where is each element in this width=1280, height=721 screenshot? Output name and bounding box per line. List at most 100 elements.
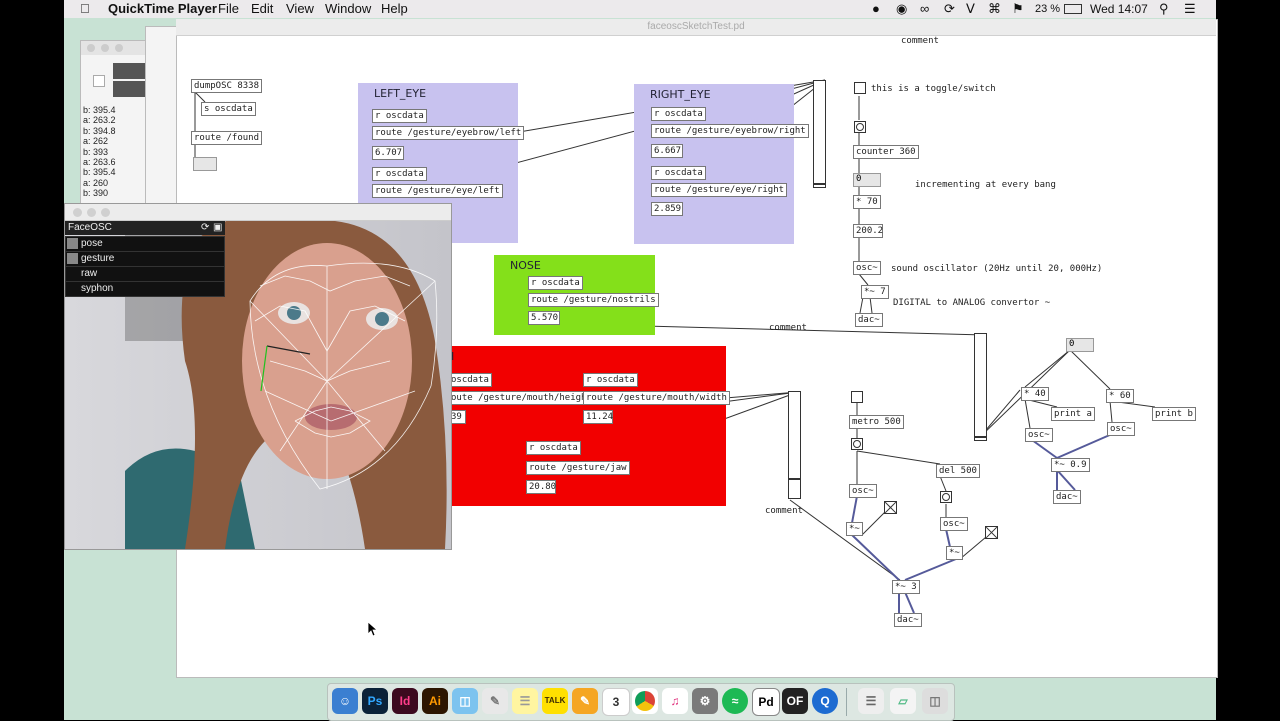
jaw-number[interactable]: 20.80 [526, 480, 556, 494]
bang-button[interactable] [854, 121, 866, 133]
route-nostrils-object[interactable]: route /gesture/nostrils [528, 293, 659, 307]
found-number-box[interactable] [193, 157, 217, 171]
route-mouth-width-object[interactable]: route /gesture/mouth/width [583, 391, 730, 405]
osc-b-object[interactable]: osc~ [1107, 422, 1135, 436]
counter-comment[interactable]: incrementing at every bang [915, 180, 1056, 190]
metro-toggle[interactable] [851, 391, 863, 403]
itunes-icon[interactable]: ♫ [662, 688, 688, 714]
nostrils-number[interactable]: 5.570 [528, 311, 560, 325]
script-icon[interactable]: ✎ [482, 688, 508, 714]
route-jaw-object[interactable]: route /gesture/jaw [526, 461, 630, 475]
checkbox-icon[interactable] [67, 283, 78, 294]
middle-comment[interactable]: comment [769, 323, 807, 333]
multiply-60-object[interactable]: * 60 [1106, 389, 1134, 403]
mul-d-object[interactable]: *~ [946, 546, 963, 560]
refresh-icon[interactable]: ⟳ [201, 221, 209, 235]
print-b-object[interactable]: print b [1152, 407, 1196, 421]
checkbox-checked-icon[interactable] [67, 253, 78, 264]
notes-icon[interactable]: ☰ [512, 688, 538, 714]
gate-toggle-1[interactable] [884, 501, 897, 514]
finder-icon[interactable]: ☺ [332, 688, 358, 714]
osc-c-object[interactable]: osc~ [849, 484, 877, 498]
quicktime-icon[interactable]: Q [812, 688, 838, 714]
receive-oscdata-object[interactable]: r oscdata [372, 109, 427, 123]
print-a-object[interactable]: print a [1051, 407, 1095, 421]
checkbox-checked-icon[interactable] [67, 238, 78, 249]
pd-icon[interactable]: Pd [752, 688, 780, 716]
route-found-object[interactable]: route /found [191, 131, 263, 145]
delay-object[interactable]: del 500 [936, 464, 980, 478]
vslider-eyes[interactable] [813, 80, 826, 188]
send-oscdata-object[interactable]: s oscdata [201, 102, 256, 116]
pages-icon[interactable]: ✎ [572, 688, 598, 714]
multiply-70-object[interactable]: * 70 [853, 195, 881, 209]
option-pose[interactable]: pose [65, 236, 225, 252]
minimize-icon[interactable] [87, 208, 96, 217]
receive-oscdata-object[interactable]: r oscdata [528, 276, 583, 290]
osc-d-object[interactable]: osc~ [940, 517, 968, 531]
multiply-7-object[interactable]: *~ 7 [861, 285, 889, 299]
mouth-width-number[interactable]: 11.24 [583, 410, 613, 424]
receive-oscdata-object[interactable]: r oscdata [526, 441, 581, 455]
system-preferences-icon[interactable]: ⚙ [692, 688, 718, 714]
bottom-comment[interactable]: comment [765, 506, 803, 516]
checkbox-icon[interactable] [67, 268, 78, 279]
save-icon[interactable]: ▣ [213, 221, 222, 235]
toggle-comment[interactable]: this is a toggle/switch [871, 84, 996, 94]
trash-icon[interactable]: ◫ [922, 688, 948, 714]
openframeworks-icon[interactable]: OF [782, 688, 808, 714]
osc-comment[interactable]: sound oscillator (20Hz until 20, 000Hz) [891, 264, 1102, 274]
downloads-icon[interactable]: ▱ [890, 688, 916, 714]
top-comment[interactable]: comment [901, 36, 939, 46]
multiply-09-object[interactable]: *~ 0.9 [1051, 458, 1090, 472]
toggle-switch[interactable] [854, 82, 866, 94]
dac2-object[interactable]: dac~ [1053, 490, 1081, 504]
route-eye-right-object[interactable]: route /gesture/eye/right [651, 183, 788, 197]
kakaotalk-icon[interactable]: TALK [542, 688, 568, 714]
receive-oscdata-object[interactable]: r oscdata [651, 166, 706, 180]
photoshop-icon[interactable]: Ps [362, 688, 388, 714]
documents-icon[interactable]: ☰ [858, 688, 884, 714]
osc-object[interactable]: osc~ [853, 261, 881, 275]
counter-object[interactable]: counter 360 [853, 145, 919, 159]
osc-a-object[interactable]: osc~ [1025, 428, 1053, 442]
mul-c-object[interactable]: *~ [846, 522, 863, 536]
spotify-icon[interactable]: ≈ [722, 688, 748, 714]
multiply-40-object[interactable]: * 40 [1021, 387, 1049, 401]
vslider-mouth[interactable] [788, 391, 801, 499]
receive-oscdata-object[interactable]: r oscdata [372, 167, 427, 181]
illustrator-icon[interactable]: Ai [422, 688, 448, 714]
option-raw[interactable]: raw [65, 266, 225, 282]
eyebrow-left-number[interactable]: 6.707 [372, 146, 404, 160]
metro-bang[interactable] [851, 438, 863, 450]
route-mouth-height-object[interactable]: oute /gesture/mouth/height [448, 391, 595, 405]
chrome-icon[interactable] [632, 688, 658, 714]
dumposc-object[interactable]: dumpOSC 8338 [191, 79, 263, 93]
receive-oscdata-object[interactable]: oscdata [448, 373, 492, 387]
close-icon[interactable] [73, 208, 82, 217]
preview-icon[interactable]: ◫ [452, 688, 478, 714]
dac-comment[interactable]: DIGITAL to ANALOG convertor ~ [893, 298, 1050, 308]
multiply-3-object[interactable]: *~ 3 [892, 580, 920, 594]
zoom-icon[interactable] [101, 208, 110, 217]
option-gesture[interactable]: gesture [65, 251, 225, 267]
gate-toggle-2[interactable] [985, 526, 998, 539]
route-eyebrow-right-object[interactable]: route /gesture/eyebrow/right [651, 124, 809, 138]
receive-oscdata-object[interactable]: r oscdata [583, 373, 638, 387]
dac-object[interactable]: dac~ [855, 313, 883, 327]
dac3-object[interactable]: dac~ [894, 613, 922, 627]
delay-bang[interactable] [940, 491, 952, 503]
receive-oscdata-object[interactable]: r oscdata [651, 107, 706, 121]
counter-number[interactable]: 0 [853, 173, 881, 187]
eyebrow-right-number[interactable]: 6.667 [651, 144, 683, 158]
vslider-nose[interactable] [974, 333, 987, 441]
zero-message[interactable]: 0 [1066, 338, 1094, 352]
option-syphon[interactable]: syphon [65, 281, 225, 297]
calendar-icon[interactable]: 3 [602, 688, 630, 716]
indesign-icon[interactable]: Id [392, 688, 418, 714]
eye-right-number[interactable]: 2.859 [651, 202, 683, 216]
frequency-number[interactable]: 200.2 [853, 224, 883, 238]
route-eye-left-object[interactable]: route /gesture/eye/left [372, 184, 503, 198]
metro-object[interactable]: metro 500 [849, 415, 904, 429]
route-eyebrow-left-object[interactable]: route /gesture/eyebrow/left [372, 126, 525, 140]
